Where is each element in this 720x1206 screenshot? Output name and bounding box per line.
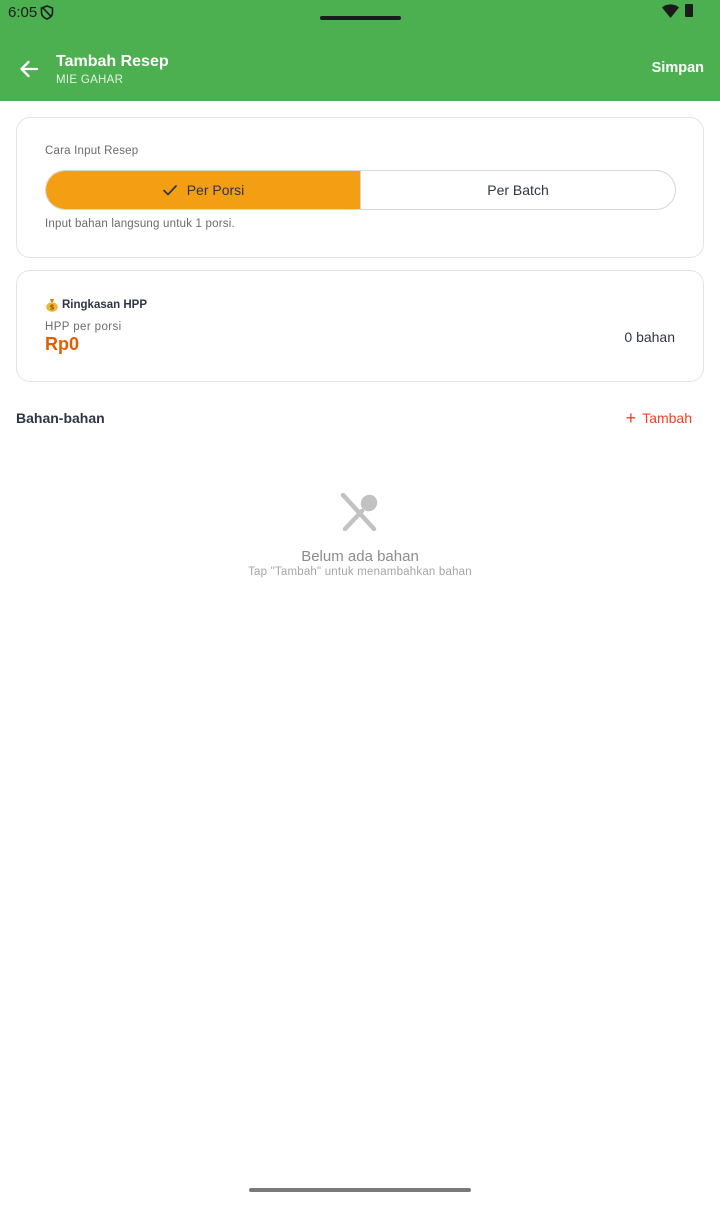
- check-icon: [162, 185, 177, 196]
- plus-icon: +: [625, 408, 637, 428]
- svg-text:$: $: [50, 304, 55, 312]
- shield-icon: [40, 5, 54, 20]
- moneybag-icon: $: [46, 299, 58, 312]
- status-time: 6:05: [8, 4, 38, 21]
- app-bar: 6:05 Tambah Resep MIE GAHAR Simpan: [0, 0, 720, 101]
- input-mode-hint: Input bahan langsung untuk 1 porsi.: [45, 218, 235, 230]
- hpp-summary-card: $ Ringkasan HPP HPP per porsi Rp0 0 baha…: [16, 270, 704, 382]
- add-recipe-screen: 6:05 Tambah Resep MIE GAHAR Simpan Cara …: [0, 0, 720, 1206]
- per-porsi-option[interactable]: Per Porsi: [46, 171, 361, 209]
- back-button[interactable]: [14, 54, 44, 84]
- add-ingredient-button[interactable]: + Tambah: [625, 408, 692, 428]
- utensils-icon: [340, 493, 378, 531]
- home-indicator: [249, 1188, 471, 1192]
- ingredient-count: 0 bahan: [624, 329, 675, 345]
- summary-title-text: Ringkasan HPP: [62, 299, 147, 311]
- ingredients-section-title: Bahan-bahan: [16, 410, 105, 426]
- page-title: Tambah Resep: [56, 53, 169, 70]
- wifi-icon: [662, 4, 679, 18]
- notch-pill: [320, 16, 401, 20]
- per-batch-option[interactable]: Per Batch: [361, 171, 675, 209]
- arrow-left-icon: [20, 60, 39, 78]
- empty-state-hint: Tap "Tambah" untuk menambahkan bahan: [248, 566, 472, 578]
- per-porsi-label: Per Porsi: [186, 182, 245, 198]
- input-mode-card: Cara Input Resep Per Porsi Per Batch Inp…: [16, 117, 704, 258]
- input-mode-label: Cara Input Resep: [45, 145, 139, 157]
- hpp-label: HPP per porsi: [45, 321, 122, 333]
- page-subtitle: MIE GAHAR: [56, 74, 124, 86]
- summary-title: $ Ringkasan HPP: [45, 298, 147, 312]
- battery-icon: [685, 4, 693, 17]
- add-ingredient-label: Tambah: [642, 410, 692, 426]
- save-button[interactable]: Simpan: [652, 60, 704, 76]
- input-mode-toggle: Per Porsi Per Batch: [45, 170, 676, 210]
- empty-state-title: Belum ada bahan: [301, 548, 419, 565]
- hpp-value: Rp0: [45, 334, 80, 354]
- per-batch-label: Per Batch: [487, 182, 549, 198]
